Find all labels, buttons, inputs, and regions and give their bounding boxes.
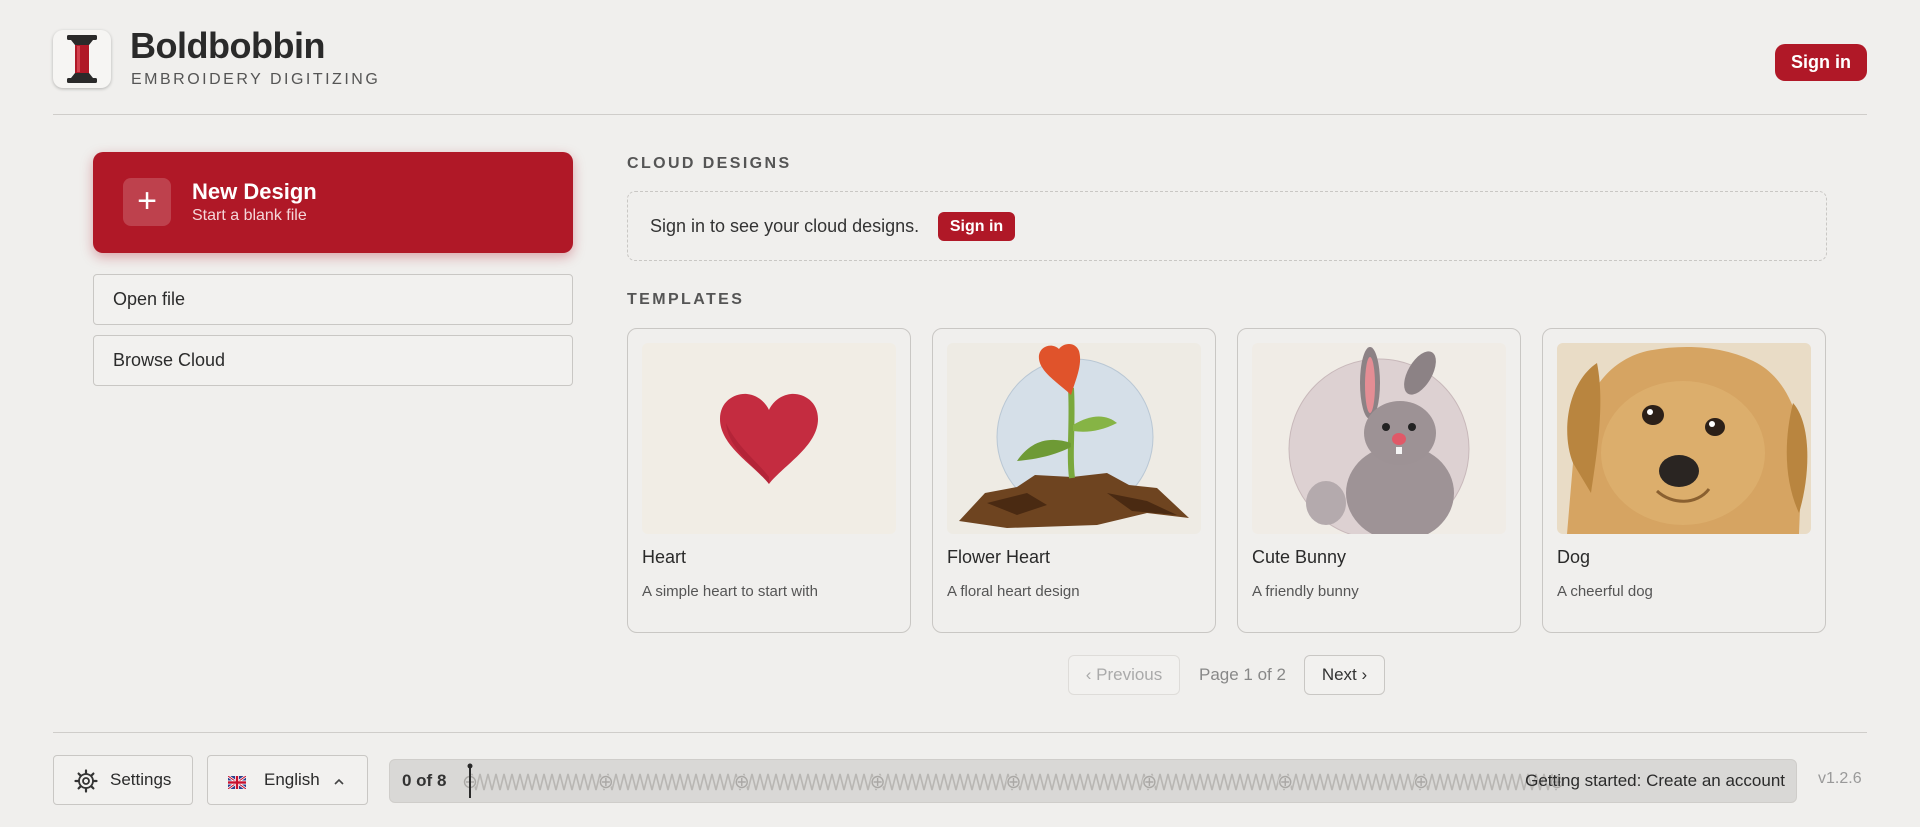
template-title: Flower Heart — [947, 547, 1051, 567]
language-selector[interactable]: English — [207, 755, 368, 805]
template-desc: A simple heart to start with — [642, 583, 818, 600]
plus-icon: + — [123, 178, 171, 226]
open-file-button[interactable]: Open file — [93, 274, 573, 325]
settings-button[interactable]: Settings — [53, 755, 193, 805]
bunny-thumbnail — [1252, 343, 1506, 534]
uk-flag-icon — [227, 774, 247, 791]
brand-subtitle: EMBROIDERY DIGITIZING — [131, 71, 381, 88]
milestone-marker — [1414, 775, 1429, 789]
progress-step-label: Getting started: Create an account — [1525, 771, 1785, 790]
milestone-marker — [1142, 775, 1157, 789]
new-design-button[interactable]: + New Design Start a blank file — [93, 152, 573, 253]
cloud-designs-panel: Sign in to see your cloud designs. Sign … — [627, 191, 1827, 261]
language-label: English — [264, 770, 320, 789]
new-design-title: New Design — [192, 179, 317, 204]
template-title: Cute Bunny — [1252, 547, 1347, 567]
template-card-cute-bunny[interactable]: Cute Bunny A friendly bunny — [1237, 328, 1521, 633]
browse-cloud-button[interactable]: Browse Cloud — [93, 335, 573, 386]
previous-page-button[interactable]: ‹ Previous — [1068, 655, 1180, 695]
milestone-marker — [1278, 775, 1293, 789]
cloud-designs-heading: CLOUD DESIGNS — [627, 155, 792, 172]
heart-thumbnail — [642, 343, 896, 534]
milestone-marker — [870, 775, 885, 789]
template-desc: A floral heart design — [947, 583, 1080, 600]
template-title: Dog — [1557, 547, 1591, 567]
spool-logo-icon — [53, 30, 111, 88]
milestone-marker — [1006, 775, 1021, 789]
header-sign-in-button[interactable]: Sign in — [1775, 44, 1867, 81]
settings-label: Settings — [110, 770, 172, 789]
dog-thumbnail — [1557, 343, 1811, 534]
cloud-message: Sign in to see your cloud designs. — [650, 216, 920, 236]
next-page-button[interactable]: Next › — [1304, 655, 1385, 695]
template-desc: A friendly bunny — [1252, 583, 1359, 600]
stitch-progress-track — [462, 760, 1567, 804]
template-card-flower-heart[interactable]: Flower Heart A floral heart design — [932, 328, 1216, 633]
templates-heading: TEMPLATES — [627, 291, 745, 308]
page-indicator: Page 1 of 2 — [1199, 665, 1286, 684]
app-version: v1.2.6 — [1818, 770, 1862, 787]
cloud-sign-in-button[interactable]: Sign in — [938, 212, 1015, 241]
gear-icon — [74, 769, 98, 798]
milestone-marker — [598, 775, 613, 789]
template-card-heart[interactable]: Heart A simple heart to start with — [627, 328, 911, 633]
brand-title: Boldbobbin — [130, 25, 325, 66]
template-card-dog[interactable]: Dog A cheerful dog — [1542, 328, 1826, 633]
milestone-marker — [734, 775, 749, 789]
footer-divider — [53, 732, 1867, 733]
template-title: Heart — [642, 547, 687, 567]
template-desc: A cheerful dog — [1557, 583, 1653, 600]
app-header: Boldbobbin EMBROIDERY DIGITIZING Sign in — [53, 0, 1867, 115]
chevron-up-icon — [333, 773, 345, 793]
flower-heart-thumbnail — [947, 343, 1201, 534]
onboarding-progress-bar[interactable]: 0 of 8 Getting started: Create an accoun… — [389, 759, 1797, 803]
new-design-subtitle: Start a blank file — [192, 207, 307, 224]
progress-count: 0 of 8 — [402, 771, 447, 790]
